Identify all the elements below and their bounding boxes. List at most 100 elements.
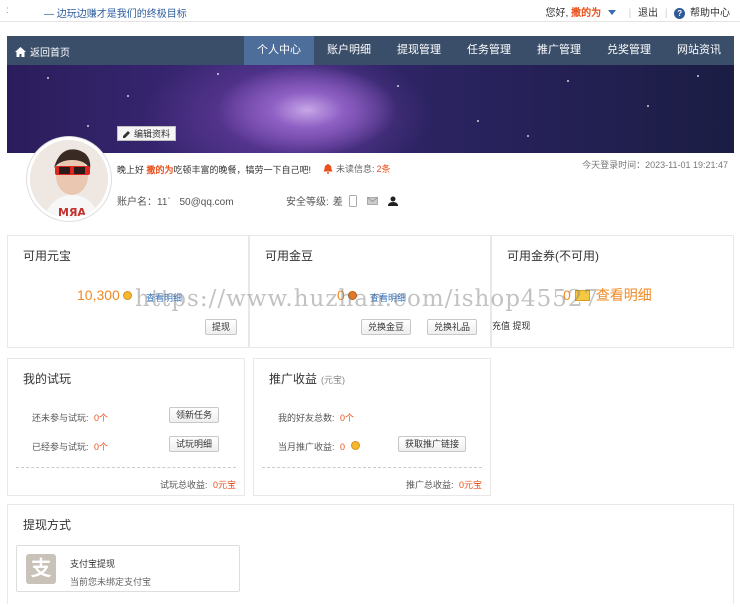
nav-menu: 个人中心 账户明细 提现管理 任务管理 推广管理 兑奖管理 网站资讯 <box>244 36 734 65</box>
unread-label: 未读信息: <box>336 164 375 174</box>
top-dot: : <box>6 5 9 16</box>
card-jinquan: 可用金券(不可用) 0 查看明细 充值 提现 <box>491 235 734 348</box>
bell-icon <box>323 163 333 174</box>
card-yuanbao: 可用元宝 10,300 查看明细 提现 <box>7 235 249 348</box>
trial-pending-label: 还未参与试玩: <box>32 413 89 423</box>
yuanbao-value: 10,300 <box>77 287 120 303</box>
home-label: 返回首页 <box>30 48 70 59</box>
username-link[interactable]: 撒的为 <box>571 8 601 19</box>
greeting-text: 您好, <box>545 8 569 19</box>
yuanbao-detail-link[interactable]: 查看明细 <box>146 291 182 304</box>
nav-item-site-news[interactable]: 网站资讯 <box>664 36 734 65</box>
coin-icon <box>122 290 132 300</box>
jinquan-value: 0 <box>563 287 571 303</box>
nav-item-withdraw-management[interactable]: 提现管理 <box>384 36 454 65</box>
alipay-status: 当前您未绑定支付宝 <box>70 577 152 587</box>
jindou-value: 0 <box>337 287 345 303</box>
yuanbao-balance: 10,300 <box>77 287 132 303</box>
bean-icon <box>347 290 357 300</box>
promo-title: 推广收益 (元宝) <box>269 370 345 387</box>
main-nav: 返回首页 个人中心 账户明细 提现管理 任务管理 推广管理 兑奖管理 网站资讯 <box>7 36 734 65</box>
help-icon: ? <box>674 8 686 19</box>
promo-total: 推广总收益: 0元宝 <box>406 478 482 491</box>
exchange-gift-button[interactable]: 兑换礼品 <box>427 319 478 335</box>
greeting-message: 晚上好 撒的为吃顿丰富的晚餐，犒劳一下自己吧! <box>117 163 311 176</box>
phone-icon[interactable] <box>348 194 357 207</box>
jindou-balance: 0 <box>337 287 357 303</box>
user-icon[interactable] <box>387 196 398 206</box>
greet-prefix: 晚上好 <box>117 165 145 175</box>
security-level: 安全等级: 差 <box>286 193 408 208</box>
new-task-button[interactable]: 领新任务 <box>169 407 220 423</box>
alipay-icon: 支 <box>26 554 56 584</box>
account-name: 账户名：11` 50@qq.com <box>117 193 234 208</box>
ticket-icon <box>574 289 590 301</box>
account-label: 账户名：11` <box>117 197 171 208</box>
promo-total-label: 推广总收益: <box>405 480 454 490</box>
withdraw-button[interactable]: 提现 <box>205 319 238 335</box>
nav-item-personal-center[interactable]: 个人中心 <box>244 36 314 65</box>
promo-monthly-value: 0 <box>340 442 346 452</box>
promo-monthly-label: 当月推广收益: <box>278 442 335 452</box>
promo-title-text: 推广收益 <box>269 372 318 386</box>
nav-item-promotion-management[interactable]: 推广管理 <box>524 36 594 65</box>
mail-icon[interactable] <box>366 196 378 205</box>
trial-pending: 还未参与试玩: 0个 <box>32 411 108 424</box>
jinquan-balance: 0 查看明细 <box>563 285 652 305</box>
trial-total-value: 0元宝 <box>212 480 236 490</box>
get-promo-link-button[interactable]: 获取推广链接 <box>398 436 467 452</box>
trial-pending-value: 0个 <box>94 413 109 423</box>
trial-joined: 已经参与试玩: 0个 <box>32 440 108 453</box>
promo-total-value: 0元宝 <box>458 480 482 490</box>
exchange-bean-button[interactable]: 兑换金豆 <box>361 319 412 335</box>
nav-item-task-management[interactable]: 任务管理 <box>454 36 524 65</box>
panel-promotion-income: 推广收益 (元宝) 我的好友总数: 0个 当月推广收益: 0 获取推广链接 推广总… <box>253 358 491 496</box>
coin-icon <box>350 441 360 450</box>
card-title: 可用元宝 <box>23 249 72 263</box>
security-label: 安全等级: <box>286 197 329 208</box>
nav-item-account-details[interactable]: 账户明细 <box>314 36 384 65</box>
card-title: 可用金豆 <box>265 249 314 263</box>
last-login-time: 今天登录时间：2023-11-01 19:21:47 <box>582 160 728 170</box>
trial-total: 试玩总收益: 0元宝 <box>160 478 236 491</box>
help-link[interactable]: 帮助中心 <box>690 8 730 19</box>
alipay-method-name: 支付宝提现 <box>70 559 116 569</box>
security-value: 差 <box>332 197 343 208</box>
withdraw-title: 提现方式 <box>23 518 72 532</box>
trial-joined-value: 0个 <box>94 442 109 452</box>
recharge-withdraw-links[interactable]: 充值 提现 <box>492 319 531 332</box>
promo-friends: 我的好友总数: 0个 <box>278 411 354 424</box>
card-title: 可用金券(不可用) <box>507 249 599 263</box>
promo-unit: (元宝) <box>321 375 346 385</box>
panel-my-trial: 我的试玩 还未参与试玩: 0个 领新任务 已经参与试玩: 0个 试玩明细 试玩总… <box>7 358 245 496</box>
edit-profile-label: 编辑资料 <box>134 129 171 139</box>
divider: | <box>628 8 632 19</box>
pencil-icon <box>123 130 130 138</box>
promo-friends-label: 我的好友总数: <box>278 413 335 423</box>
jinquan-detail-link[interactable]: 查看明细 <box>596 285 652 305</box>
greet-name: 撒的为 <box>146 165 174 175</box>
svg-text:MЯA: MЯA <box>58 206 86 219</box>
promo-monthly: 当月推广收益: 0 <box>278 440 360 453</box>
chevron-down-icon[interactable] <box>607 10 616 15</box>
jindou-detail-link[interactable]: 查看明细 <box>370 291 406 304</box>
edit-profile-button[interactable]: 编辑资料 <box>117 126 177 141</box>
trial-title: 我的试玩 <box>23 372 72 386</box>
unread-messages[interactable]: 未读信息: 2条 <box>323 162 391 175</box>
home-icon <box>15 46 26 57</box>
slogan: — 边玩边赚才是我们的终极目标 <box>44 9 187 20</box>
greet-suffix: 吃顿丰富的晚餐，犒劳一下自己吧! <box>173 165 312 175</box>
divider: | <box>664 8 668 19</box>
nav-item-redeem-management[interactable]: 兑奖管理 <box>594 36 664 65</box>
avatar-image: MЯA <box>30 140 108 219</box>
divider <box>16 467 236 468</box>
promo-friends-value: 0个 <box>340 413 355 423</box>
alipay-withdraw-card[interactable]: 支 支付宝提现 当前您未绑定支付宝 <box>16 545 240 592</box>
trial-total-label: 试玩总收益: <box>159 480 208 490</box>
avatar[interactable]: MЯA <box>27 137 111 221</box>
unread-count[interactable]: 2条 <box>377 162 391 175</box>
trial-detail-button[interactable]: 试玩明细 <box>169 436 220 452</box>
logout-link[interactable]: 退出 <box>638 8 658 19</box>
card-jindou: 可用金豆 0 查看明细 兑换金豆 兑换礼品 <box>249 235 491 348</box>
home-link[interactable]: 返回首页 <box>15 44 70 59</box>
